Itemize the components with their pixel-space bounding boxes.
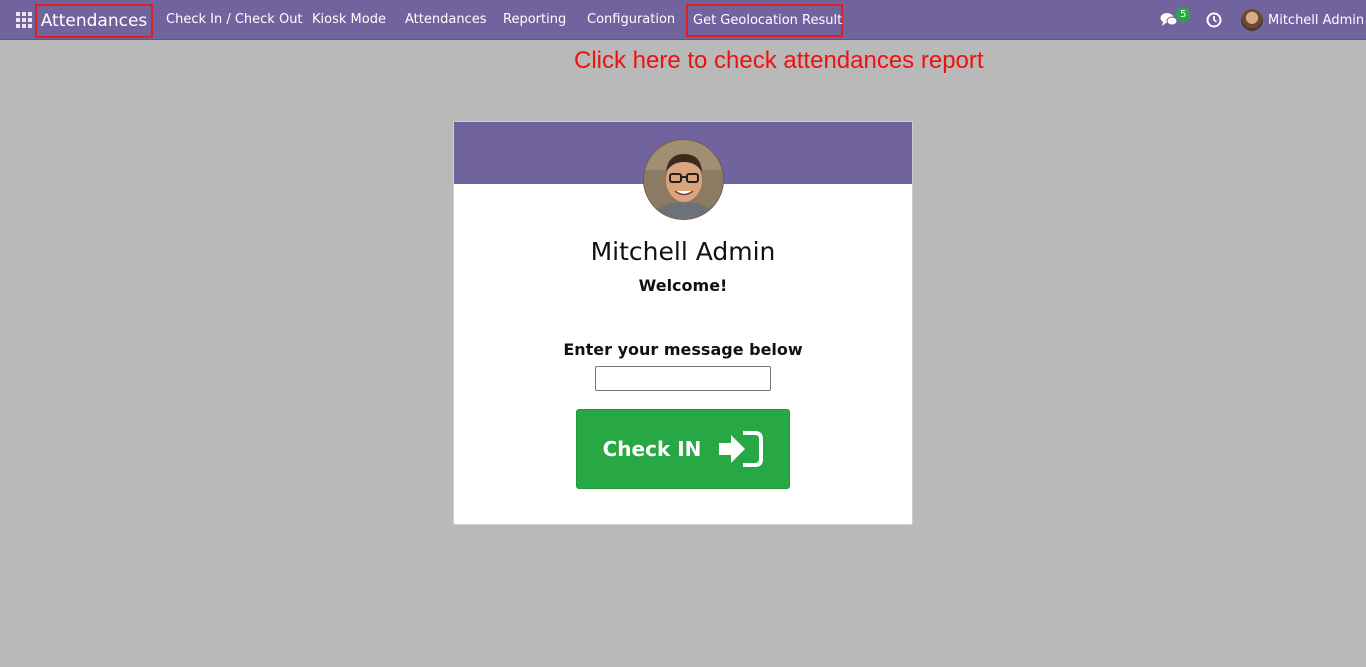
clock-icon[interactable] bbox=[1206, 12, 1222, 28]
menu-check-in-out[interactable]: Check In / Check Out bbox=[166, 0, 303, 40]
message-label: Enter your message below bbox=[563, 340, 803, 359]
user-name: Mitchell Admin bbox=[1268, 12, 1365, 28]
employee-avatar bbox=[643, 139, 724, 220]
menu-kiosk-mode[interactable]: Kiosk Mode bbox=[312, 0, 386, 40]
user-menu[interactable]: Mitchell Admin bbox=[1241, 8, 1364, 32]
top-navbar: Attendances Check In / Check Out Kiosk M… bbox=[0, 0, 1366, 40]
check-in-label: Check IN bbox=[602, 437, 702, 461]
menu-get-geolocation-result[interactable]: Get Geolocation Result bbox=[686, 4, 843, 37]
apps-grid-icon[interactable] bbox=[16, 12, 32, 28]
menu-configuration[interactable]: Configuration bbox=[587, 0, 675, 40]
employee-name: Mitchell Admin bbox=[590, 237, 776, 266]
attendance-card: Mitchell Admin Welcome! Enter your messa… bbox=[453, 121, 913, 525]
message-input[interactable] bbox=[595, 366, 771, 391]
menu-reporting[interactable]: Reporting bbox=[503, 0, 566, 40]
check-in-button[interactable]: Check IN bbox=[576, 409, 790, 489]
chat-count-badge: 5 bbox=[1176, 7, 1191, 22]
sign-in-icon bbox=[719, 431, 764, 467]
report-annotation: Click here to check attendances report bbox=[574, 47, 984, 74]
app-brand[interactable]: Attendances bbox=[35, 4, 153, 38]
user-avatar bbox=[1241, 9, 1263, 31]
welcome-text: Welcome! bbox=[638, 276, 728, 295]
menu-attendances[interactable]: Attendances bbox=[405, 0, 486, 40]
